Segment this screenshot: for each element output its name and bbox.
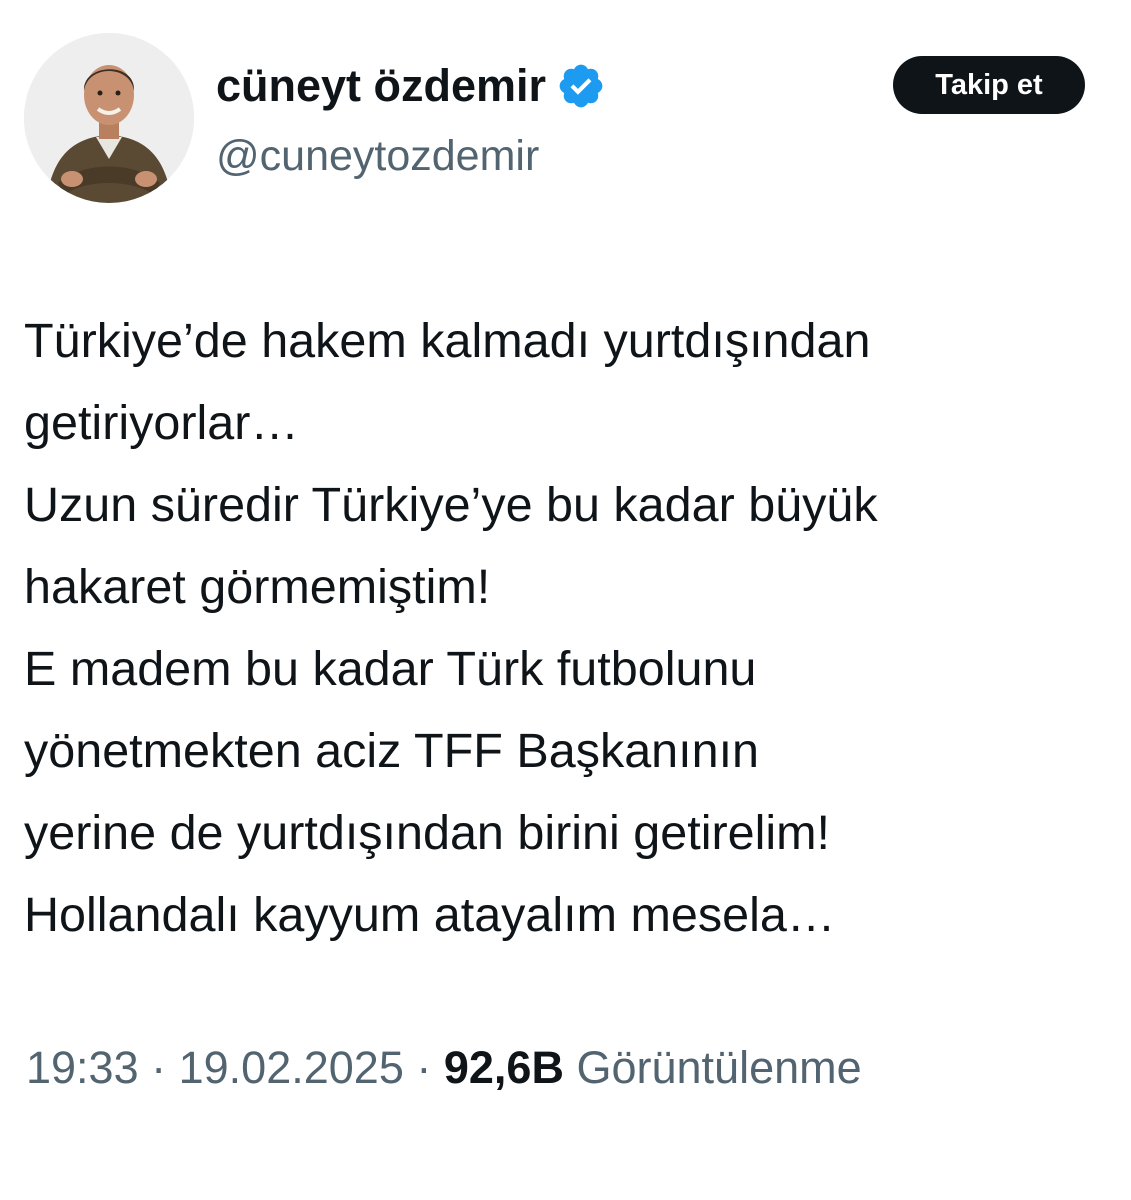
tweet-line: Uzun süredir Türkiye’ye bu kadar büyük	[24, 478, 878, 532]
tweet-line: Türkiye’de hakem kalmadı yurtdışından	[24, 314, 871, 368]
meta-separator: ·	[403, 1042, 444, 1093]
author-name-row[interactable]: cüneyt özdemir	[216, 56, 606, 116]
avatar-photo	[24, 33, 194, 203]
tweet-line: yönetmekten aciz TFF Başkanının	[24, 724, 760, 778]
avatar[interactable]	[24, 33, 194, 203]
tweet-meta: 19:33 · 19.02.2025 · 92,6B Görüntülenme	[26, 1038, 862, 1098]
tweet-text: Türkiye’de hakem kalmadı yurtdışından ge…	[24, 300, 1119, 956]
author-display-name[interactable]: cüneyt özdemir	[216, 56, 546, 116]
tweet-line: hakaret görmemiştim!	[24, 560, 491, 614]
views-label: Görüntülenme	[576, 1042, 862, 1093]
views-count[interactable]: 92,6B	[444, 1042, 564, 1093]
tweet-line: Hollandalı kayyum atayalım mesela…	[24, 888, 836, 942]
verified-badge-icon[interactable]	[556, 61, 606, 111]
tweet-date[interactable]: 19.02.2025	[179, 1042, 404, 1093]
author-handle[interactable]: @cuneytozdemir	[216, 128, 539, 184]
meta-separator: ·	[138, 1042, 179, 1093]
tweet-time[interactable]: 19:33	[26, 1042, 139, 1093]
tweet-line: getiriyorlar…	[24, 396, 299, 450]
tweet-line: yerine de yurtdışından birini getirelim!	[24, 806, 831, 860]
tweet-line: E madem bu kadar Türk futbolunu	[24, 642, 757, 696]
follow-button[interactable]: Takip et	[893, 56, 1085, 114]
